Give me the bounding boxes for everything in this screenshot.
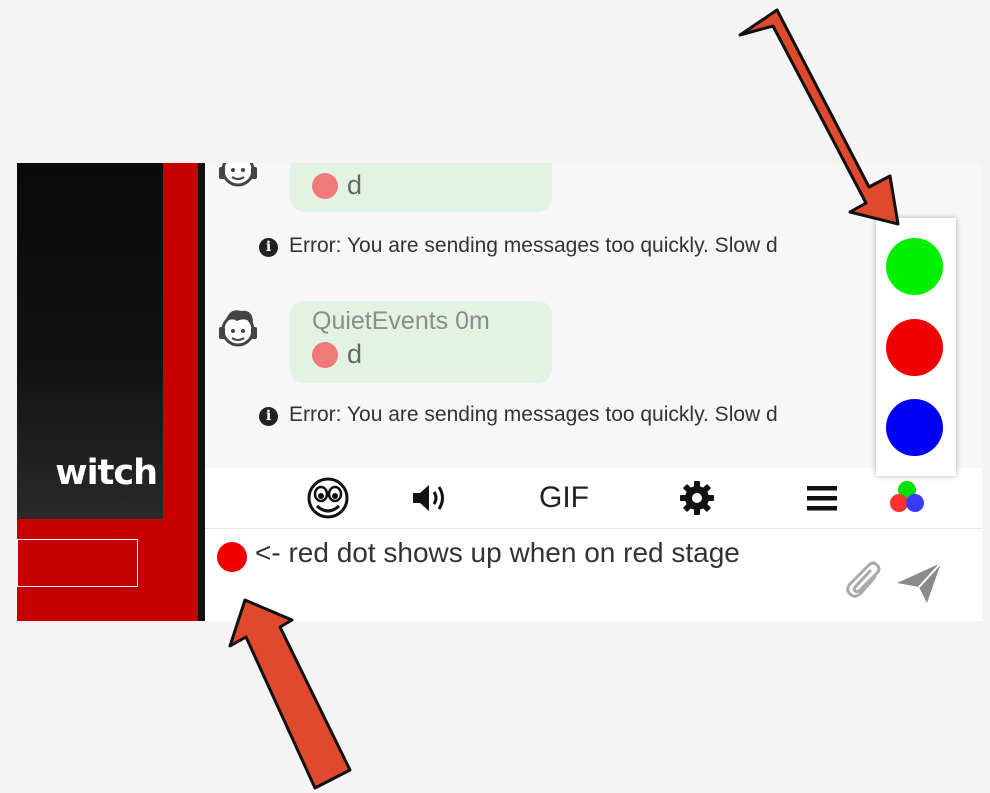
annotation-arrow-up [228, 598, 352, 790]
annotation-arrow-down [738, 8, 900, 226]
annotation-arrows [228, 8, 900, 790]
